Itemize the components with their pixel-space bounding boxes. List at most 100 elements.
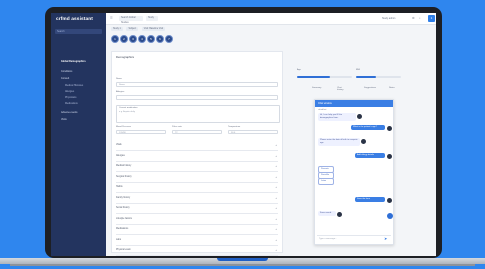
allergies-input[interactable] <box>116 95 278 100</box>
chat-input[interactable]: Type a message... <box>317 235 391 242</box>
study-selector[interactable]: Study <box>146 16 158 21</box>
step-circle[interactable]: 4 <box>138 35 146 43</box>
form-section-label: Social history <box>116 207 130 209</box>
form-section-row[interactable]: Vitals + <box>116 140 278 151</box>
form-section-label: Habits <box>116 186 123 188</box>
avatar <box>387 154 392 159</box>
avatar <box>337 212 342 217</box>
sidebar-item[interactable]: Consult <box>61 77 69 80</box>
sidebar-item[interactable]: Physicians <box>65 96 76 99</box>
step-circle[interactable]: 6 <box>156 35 164 43</box>
form-title: Demographics <box>116 55 135 59</box>
step-circle[interactable]: 2 <box>120 35 128 43</box>
medication-textarea[interactable] <box>116 105 280 123</box>
sidebar-item[interactable]: Allergies <box>65 90 74 93</box>
name-input[interactable]: Name <box>116 82 278 87</box>
step-circle[interactable]: 5 <box>147 35 155 43</box>
sidebar-search-input[interactable]: Search <box>55 29 102 34</box>
form-section-row[interactable]: Family history + <box>116 193 278 204</box>
sidebar-item[interactable]: Conditions <box>61 70 72 73</box>
chat-fab-button[interactable] <box>387 213 393 219</box>
form-section-row[interactable]: Medications + <box>116 224 278 235</box>
chat-message: Hi, I can help you fill the demographics… <box>318 113 356 121</box>
form-section-row[interactable]: Physical exam + <box>116 245 278 256</box>
form-section-row[interactable]: Lifestyle factors + <box>116 214 278 225</box>
expand-icon[interactable]: + <box>275 161 277 171</box>
form-section-label: Family history <box>116 196 131 199</box>
allergies-label: Allergies <box>116 91 125 93</box>
menu-icon[interactable]: ☰ <box>110 16 113 20</box>
chat-bot-name: crfmd bot <box>318 109 327 111</box>
tab-suggestions[interactable]: Suggestions <box>364 87 376 89</box>
expand-icon[interactable]: + <box>275 182 277 192</box>
step-circle[interactable]: 7 <box>165 35 173 43</box>
avatar <box>357 114 362 119</box>
form-section-label: Lifestyle factors <box>116 217 132 220</box>
medication-label: Current medication <box>119 107 138 109</box>
pulse-label: Pulse rate <box>172 126 182 128</box>
chat-header: Chat window <box>315 100 393 107</box>
form-section-row[interactable]: Allergies + <box>116 151 278 162</box>
form-section-row[interactable]: Labs + <box>116 235 278 246</box>
temperature-input[interactable]: 36.6 <box>228 130 278 134</box>
expand-icon[interactable]: + <box>275 140 277 150</box>
bell-icon[interactable]: ♪ <box>419 16 421 20</box>
chat-option-chip[interactable]: Latex <box>318 178 334 185</box>
form-section-row[interactable]: Medical history + <box>116 161 278 172</box>
laptop-shadow <box>10 264 475 266</box>
tab-chat-history[interactable]: Chat history <box>337 87 343 91</box>
avatar <box>387 198 392 203</box>
expand-icon[interactable]: + <box>275 245 277 255</box>
tab-summary[interactable]: Summary <box>312 87 321 89</box>
expand-icon[interactable]: + <box>275 193 277 203</box>
sidebar-item[interactable]: Visits <box>61 118 67 121</box>
send-icon[interactable]: ➤ <box>384 236 390 241</box>
tab-notes[interactable]: Notes <box>389 87 395 89</box>
form-section-label: Physical exam <box>116 249 131 251</box>
breadcrumb-item[interactable]: Subject <box>126 27 139 31</box>
name-label: Name <box>116 78 122 80</box>
laptop-base <box>0 258 485 269</box>
chat-message: Add allergy details <box>355 153 385 158</box>
age-slider[interactable] <box>297 76 352 78</box>
breadcrumb-item[interactable]: Study 1 <box>111 27 123 31</box>
bp-input[interactable]: 120/80 <box>116 130 166 134</box>
form-section-label: Allergies <box>116 154 125 157</box>
form-section-label: Labs <box>116 238 121 241</box>
expand-icon[interactable]: + <box>275 151 277 161</box>
demographics-form: Demographics Name Name Allergies Current… <box>111 51 283 256</box>
form-section-label: Vitals <box>116 144 122 146</box>
step-circle[interactable]: 1 <box>111 35 119 43</box>
expand-icon[interactable]: + <box>275 203 277 213</box>
avatar <box>361 139 366 144</box>
pulse-input[interactable]: 72 <box>172 130 222 134</box>
form-section-row[interactable]: Social history + <box>116 203 278 214</box>
step-circle[interactable]: 3 <box>129 35 137 43</box>
sidebar-item[interactable]: Medications <box>65 102 78 105</box>
sidebar: crfmd assistant Search Global Demographi… <box>51 13 106 256</box>
notification-badge[interactable]: 1 <box>428 15 435 22</box>
bp-label: Blood Pressure <box>116 126 131 128</box>
chat-message: Please enter the date of birth to comput… <box>318 138 360 146</box>
expand-icon[interactable]: + <box>275 214 277 224</box>
form-section-label: Medications <box>116 228 129 230</box>
breadcrumb: Study 1 Subject Visit: Baseline Visit <box>111 27 168 31</box>
bmi-slider[interactable] <box>356 76 401 78</box>
gear-icon[interactable]: ⚙ <box>412 16 415 20</box>
expand-icon[interactable]: + <box>275 172 277 182</box>
form-section-row[interactable]: Surgical history + <box>116 172 278 183</box>
breadcrumb-item[interactable]: Visit: Baseline Visit <box>141 27 166 31</box>
chat-message: Save the form <box>355 197 385 202</box>
sidebar-item[interactable]: Medical Histories <box>65 84 83 87</box>
temperature-label: Temperature <box>228 126 241 128</box>
expand-icon[interactable]: + <box>275 235 277 245</box>
app-logo: crfmd assistant <box>56 17 93 22</box>
sidebar-item[interactable]: Global Demographics <box>61 60 86 63</box>
global-search-input[interactable]: Search Global Studies <box>119 16 143 24</box>
laptop-frame: crfmd assistant Search Global Demographi… <box>45 7 442 260</box>
sidebar-item[interactable]: Adverse events <box>61 111 77 114</box>
form-section-label: Medical history <box>116 165 132 167</box>
form-section-row[interactable]: Habits + <box>116 182 278 193</box>
user-name[interactable]: Study admin <box>382 17 395 20</box>
expand-icon[interactable]: + <box>275 224 277 234</box>
